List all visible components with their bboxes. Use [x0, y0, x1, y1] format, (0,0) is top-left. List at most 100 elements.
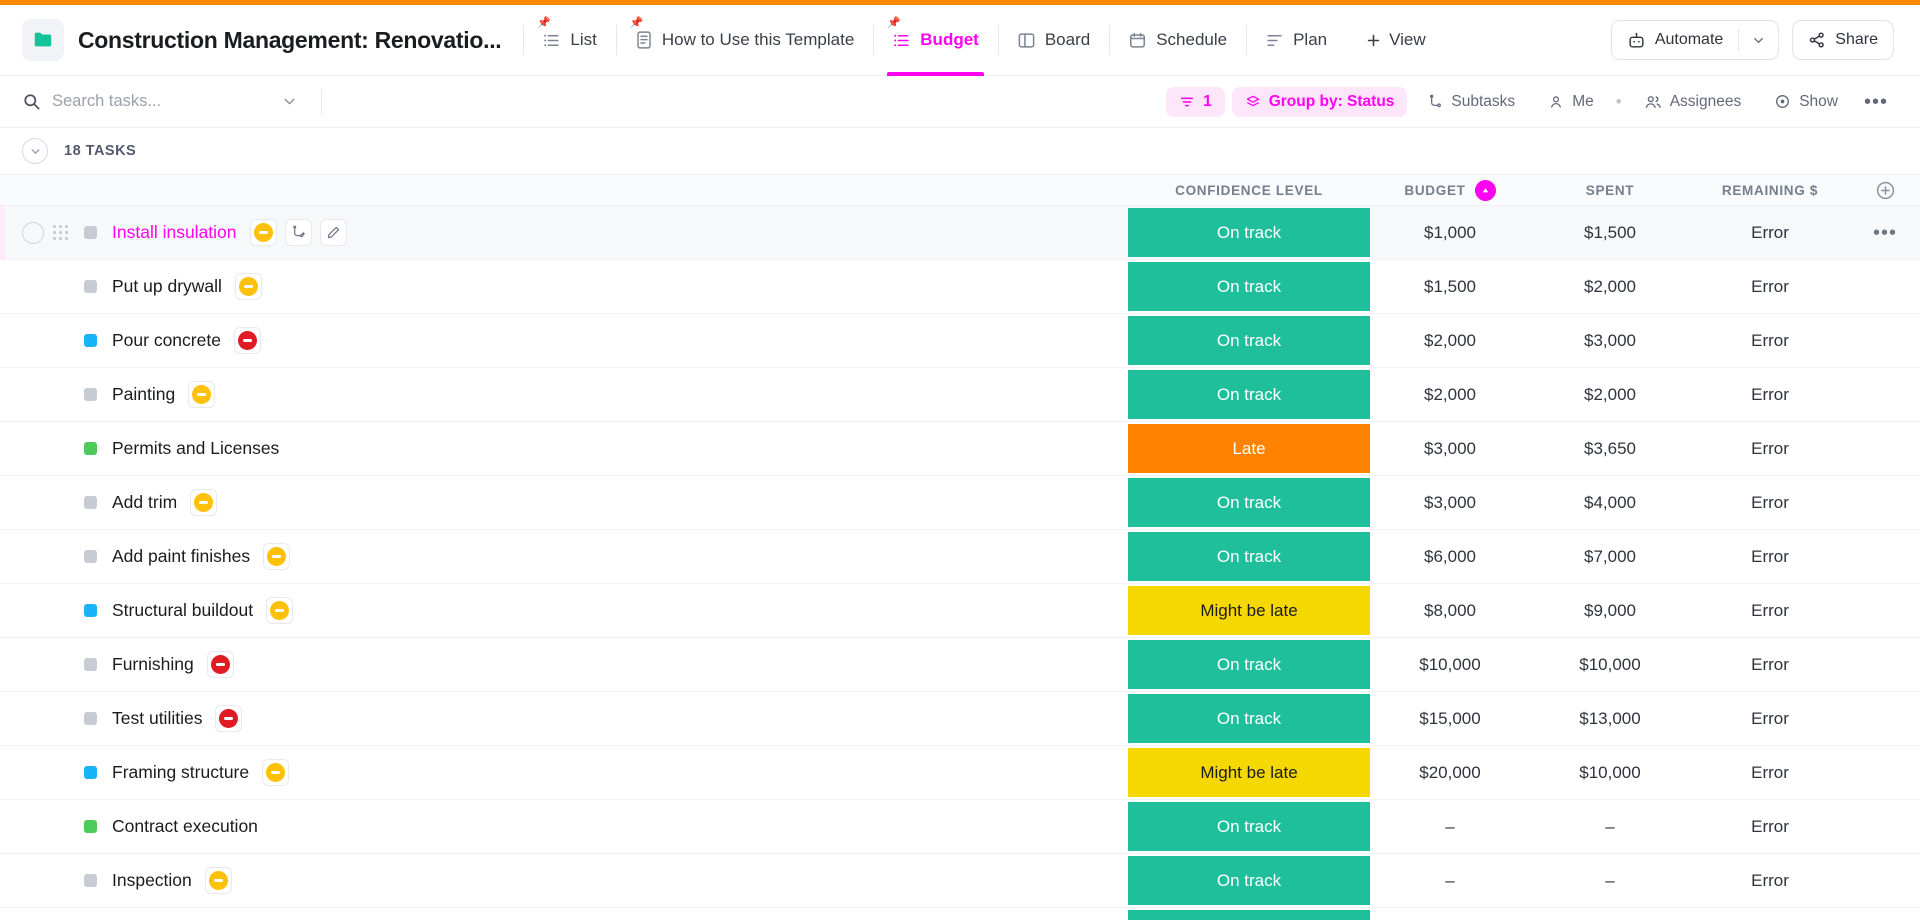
group-by-button[interactable]: Group by: Status: [1232, 87, 1408, 117]
confidence-level-cell[interactable]: On track: [1128, 316, 1370, 365]
spent-cell[interactable]: $2,000: [1530, 260, 1690, 313]
tab-budget[interactable]: 📌 Budget: [873, 5, 998, 75]
spent-cell[interactable]: $7,000: [1530, 530, 1690, 583]
table-row[interactable]: FurnishingOn track$10,000$10,000Error•••: [0, 638, 1920, 692]
task-name-cell[interactable]: Permits and Licenses: [0, 422, 1128, 475]
task-name-label[interactable]: Pour concrete: [112, 330, 221, 351]
task-status-indicator[interactable]: [84, 712, 97, 725]
table-row[interactable]: Add paint finishesOn track$6,000$7,000Er…: [0, 530, 1920, 584]
budget-cell[interactable]: $1,500: [1370, 260, 1530, 313]
confidence-level-cell[interactable]: Might be late: [1128, 586, 1370, 635]
spent-cell[interactable]: $3,000: [1530, 314, 1690, 367]
task-status-indicator[interactable]: [84, 604, 97, 617]
row-select-checkbox[interactable]: [22, 546, 44, 568]
task-name-label[interactable]: Contract execution: [112, 816, 258, 837]
task-status-indicator[interactable]: [84, 766, 97, 779]
confidence-level-cell[interactable]: On track: [1128, 694, 1370, 743]
remaining-cell[interactable]: Error: [1690, 800, 1850, 853]
priority-yellow-button[interactable]: [266, 597, 293, 624]
tab-board[interactable]: Board: [998, 5, 1109, 75]
budget-cell[interactable]: $10,000: [1370, 638, 1530, 691]
table-row[interactable]: Pour concreteOn track$2,000$3,000Error••…: [0, 314, 1920, 368]
task-name-cell[interactable]: Put up drywall: [0, 260, 1128, 313]
toolbar-more-button[interactable]: •••: [1858, 92, 1894, 112]
spent-cell[interactable]: $3,650: [1530, 422, 1690, 475]
search-input[interactable]: [52, 92, 267, 111]
budget-cell[interactable]: $8,000: [1370, 584, 1530, 637]
table-row[interactable]: PaintingOn track$2,000$2,000Error•••: [0, 368, 1920, 422]
remaining-cell[interactable]: Error: [1690, 692, 1850, 745]
row-select-checkbox[interactable]: [22, 816, 44, 838]
remaining-cell[interactable]: Error: [1690, 854, 1850, 907]
task-name-cell[interactable]: Furnishing: [0, 638, 1128, 691]
table-row[interactable]: On track•••: [0, 908, 1920, 920]
spent-cell[interactable]: –: [1530, 854, 1690, 907]
remaining-cell[interactable]: Error: [1690, 314, 1850, 367]
tab-list[interactable]: 📌 List: [523, 5, 615, 75]
task-status-indicator[interactable]: [84, 550, 97, 563]
confidence-level-cell[interactable]: Late: [1128, 424, 1370, 473]
spent-cell[interactable]: $10,000: [1530, 746, 1690, 799]
task-name-cell[interactable]: Pour concrete: [0, 314, 1128, 367]
task-name-label[interactable]: Put up drywall: [112, 276, 222, 297]
task-name-cell[interactable]: Framing structure: [0, 746, 1128, 799]
remaining-cell[interactable]: Error: [1690, 422, 1850, 475]
confidence-level-cell[interactable]: On track: [1128, 532, 1370, 581]
confidence-level-cell[interactable]: On track: [1128, 856, 1370, 905]
drag-handle-icon[interactable]: [53, 765, 68, 780]
remaining-cell[interactable]: [1690, 908, 1850, 920]
task-status-indicator[interactable]: [84, 820, 97, 833]
row-select-checkbox[interactable]: [22, 492, 44, 514]
filter-button[interactable]: 1: [1166, 87, 1225, 117]
tab-schedule[interactable]: Schedule: [1109, 5, 1246, 75]
task-name-cell[interactable]: [0, 908, 1128, 920]
confidence-level-cell[interactable]: On track: [1128, 910, 1370, 920]
priority-red-button[interactable]: [234, 327, 261, 354]
column-header-confidence-level[interactable]: CONFIDENCE LEVEL: [1128, 175, 1370, 205]
row-select-checkbox[interactable]: [22, 654, 44, 676]
task-name-label[interactable]: Add trim: [112, 492, 177, 513]
automate-dropdown-chevron-down-icon[interactable]: [1739, 21, 1778, 59]
budget-cell[interactable]: $20,000: [1370, 746, 1530, 799]
confidence-level-cell[interactable]: On track: [1128, 208, 1370, 257]
row-select-checkbox[interactable]: [22, 600, 44, 622]
spent-cell[interactable]: $2,000: [1530, 368, 1690, 421]
task-name-label[interactable]: Painting: [112, 384, 175, 405]
task-name-cell[interactable]: Install insulation: [0, 206, 1128, 259]
priority-yellow-button[interactable]: [250, 219, 277, 246]
priority-yellow-button[interactable]: [205, 867, 232, 894]
me-filter-button[interactable]: Me: [1535, 87, 1607, 117]
priority-red-button[interactable]: [215, 705, 242, 732]
spent-cell[interactable]: –: [1530, 800, 1690, 853]
task-name-cell[interactable]: Painting: [0, 368, 1128, 421]
edit-task-button[interactable]: [320, 219, 347, 246]
task-name-cell[interactable]: Inspection: [0, 854, 1128, 907]
spent-cell[interactable]: $13,000: [1530, 692, 1690, 745]
subtasks-button[interactable]: Subtasks: [1414, 87, 1528, 117]
confidence-level-cell[interactable]: On track: [1128, 262, 1370, 311]
priority-yellow-button[interactable]: [262, 759, 289, 786]
row-more-button[interactable]: •••: [1873, 223, 1897, 243]
budget-cell[interactable]: –: [1370, 854, 1530, 907]
row-select-checkbox[interactable]: [22, 762, 44, 784]
task-status-indicator[interactable]: [84, 496, 97, 509]
task-status-indicator[interactable]: [84, 658, 97, 671]
drag-handle-icon[interactable]: [53, 549, 68, 564]
budget-cell[interactable]: $2,000: [1370, 368, 1530, 421]
share-button[interactable]: Share: [1792, 20, 1894, 60]
add-subtask-button[interactable]: [285, 219, 312, 246]
search-filter-chevron-down-icon[interactable]: [281, 93, 298, 110]
drag-handle-icon[interactable]: [53, 819, 68, 834]
budget-cell[interactable]: $15,000: [1370, 692, 1530, 745]
task-name-label[interactable]: Inspection: [112, 870, 192, 891]
priority-yellow-button[interactable]: [235, 273, 262, 300]
confidence-level-cell[interactable]: Might be late: [1128, 748, 1370, 797]
task-status-indicator[interactable]: [84, 388, 97, 401]
budget-cell[interactable]: $3,000: [1370, 422, 1530, 475]
budget-cell[interactable]: –: [1370, 800, 1530, 853]
table-row[interactable]: Structural buildoutMight be late$8,000$9…: [0, 584, 1920, 638]
remaining-cell[interactable]: Error: [1690, 206, 1850, 259]
confidence-level-cell[interactable]: On track: [1128, 640, 1370, 689]
table-row[interactable]: InspectionOn track––Error•••: [0, 854, 1920, 908]
spent-cell[interactable]: $10,000: [1530, 638, 1690, 691]
